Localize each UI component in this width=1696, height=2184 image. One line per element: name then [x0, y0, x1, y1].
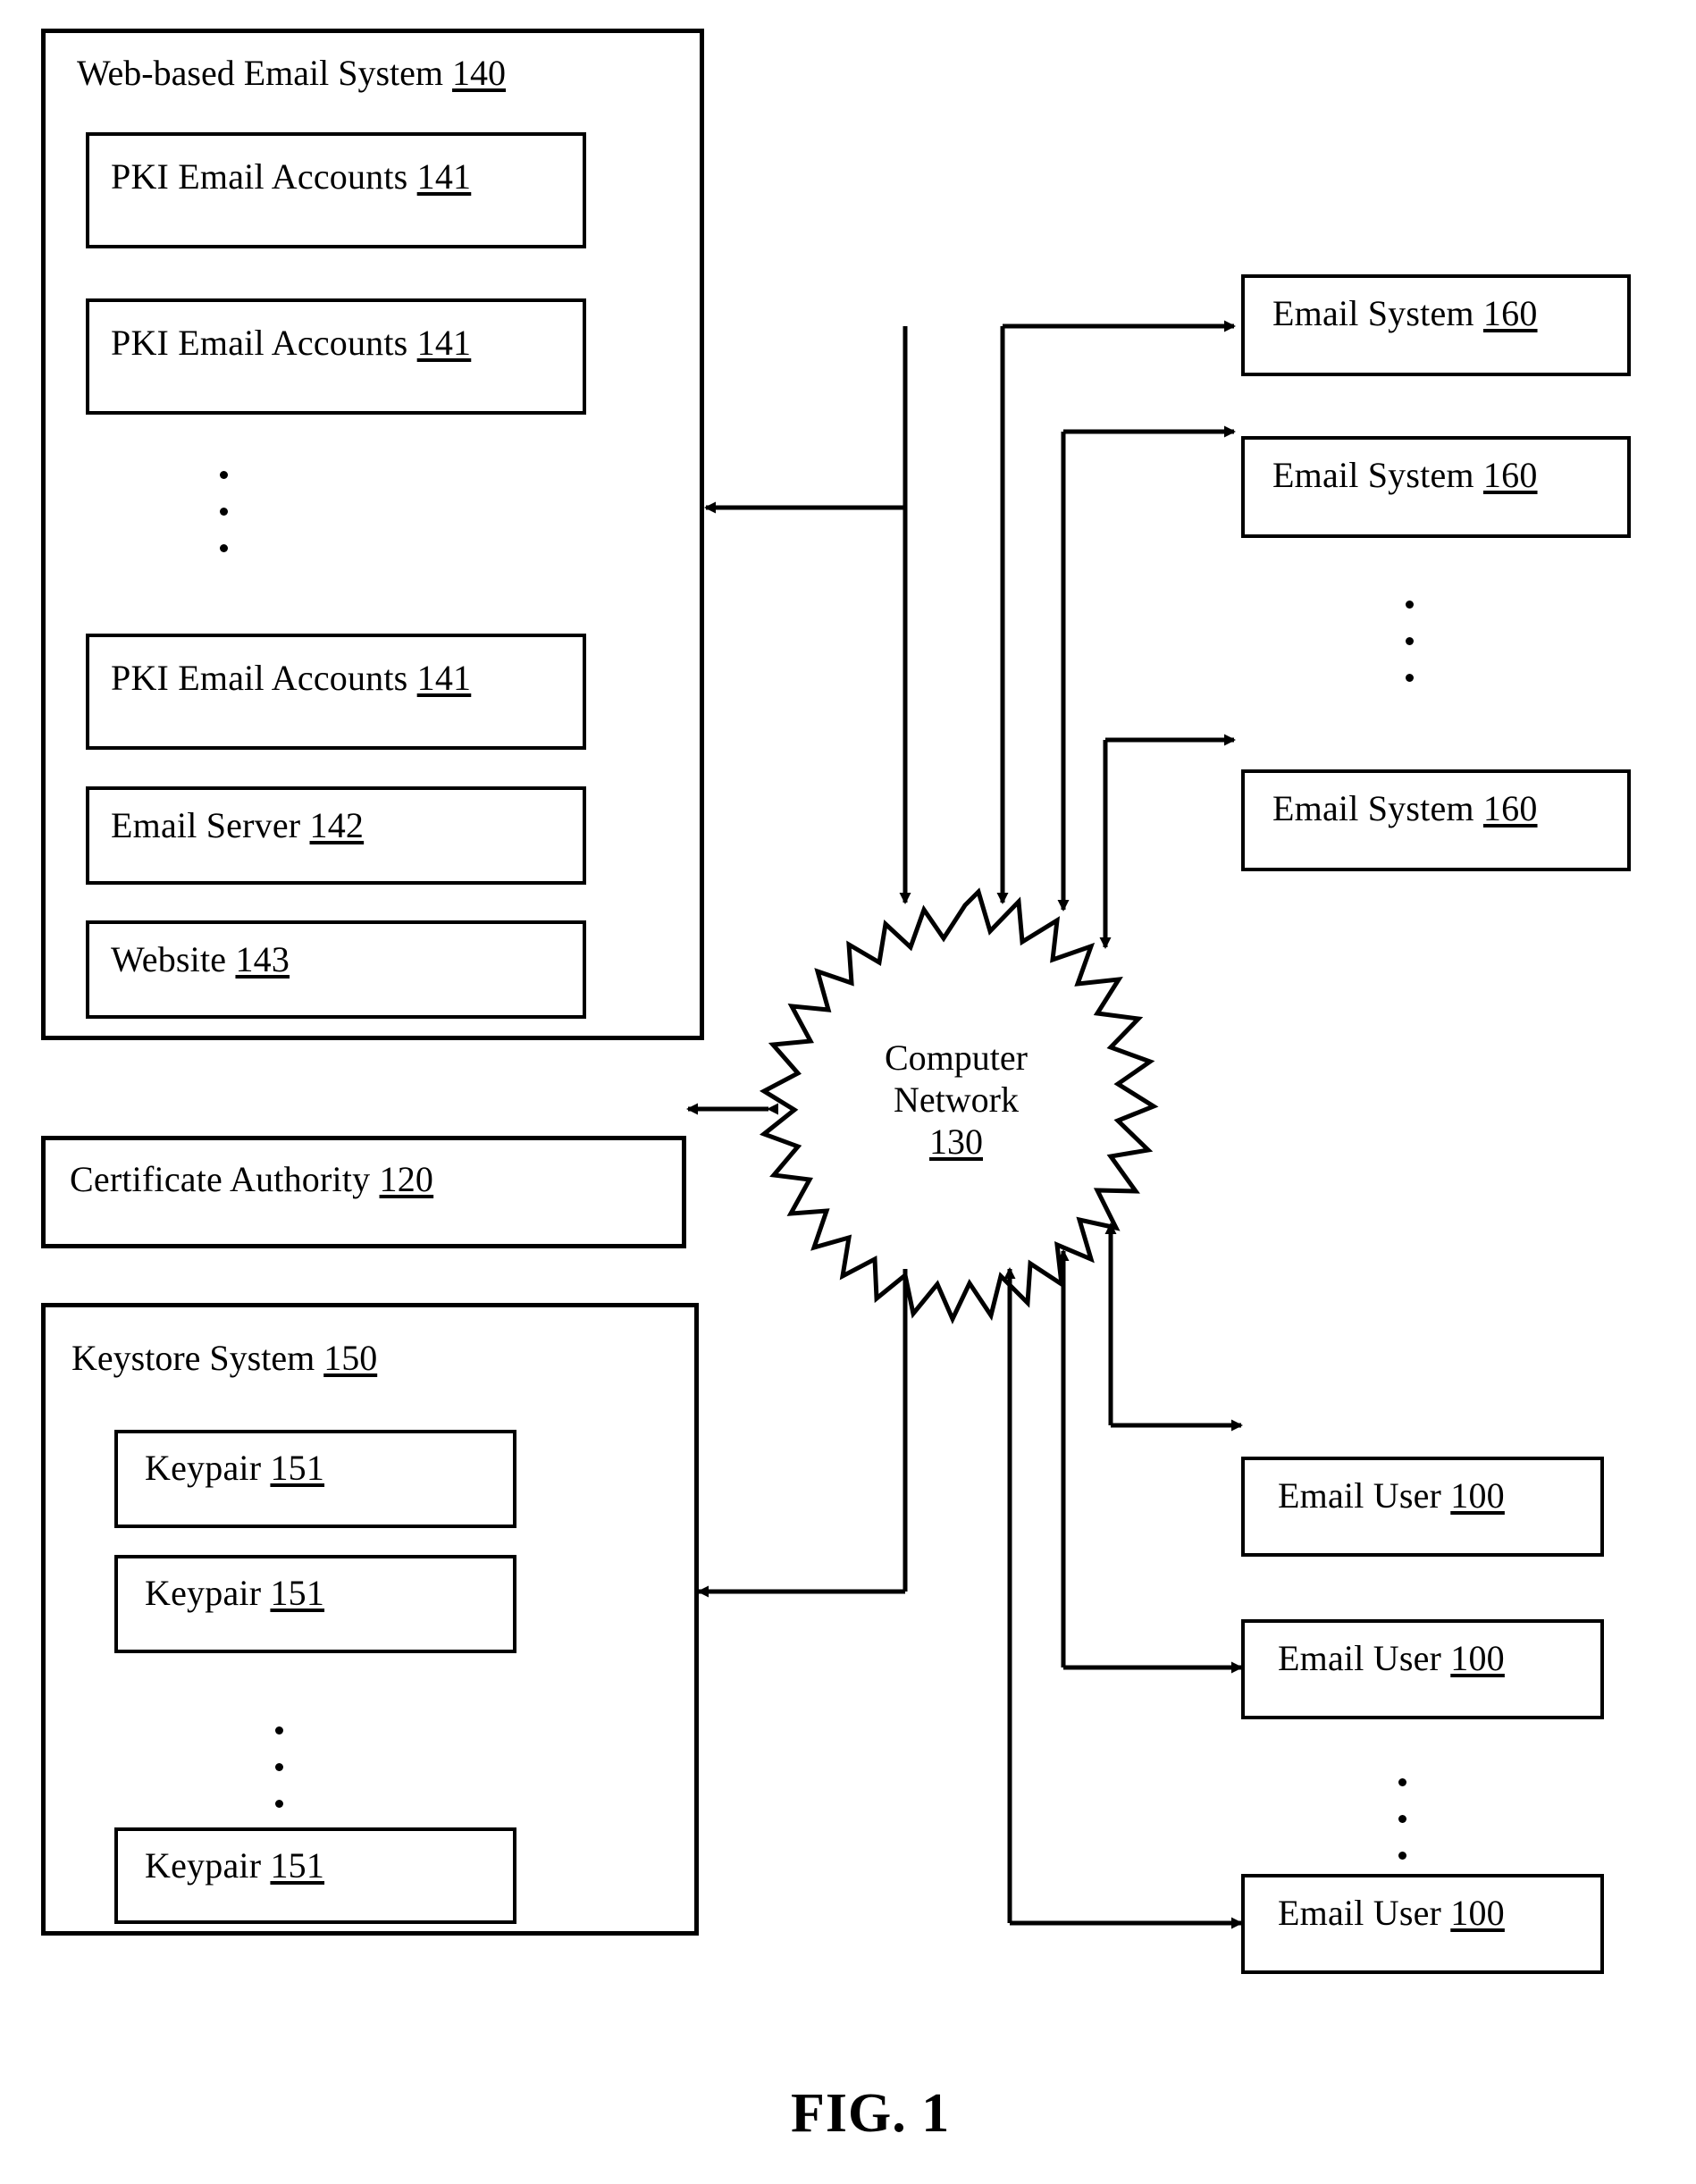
web-based-email-system-title: Web-based Email System 140: [77, 52, 506, 94]
figure-caption: FIG. 1: [791, 2083, 951, 2144]
email-system-label-2: Email System 160: [1272, 455, 1538, 495]
ellipsis-dot-icon: [1405, 674, 1414, 682]
email-user-label-2: Email User 100: [1278, 1638, 1505, 1678]
email-systems-ellipsis: [1403, 601, 1415, 682]
email-users-ellipsis: [1396, 1778, 1408, 1860]
ellipsis-dot-icon: [1398, 1778, 1406, 1786]
web-based-email-system-ref: 140: [452, 53, 507, 93]
keypair-label-1: Keypair 151: [145, 1448, 325, 1488]
ellipsis-dot-icon: [274, 1800, 283, 1808]
website-label: Website 143: [111, 939, 290, 979]
ellipsis-dot-icon: [219, 508, 228, 516]
keystore-system-title: Keystore System 150: [71, 1337, 377, 1379]
pki-email-accounts-label-2: PKI Email Accounts 141: [111, 323, 472, 363]
computer-network-ref: 130: [929, 1121, 983, 1163]
email-server-label: Email Server 142: [111, 805, 365, 845]
ellipsis-dot-icon: [274, 1726, 283, 1735]
keystore-system-ref: 150: [323, 1338, 378, 1378]
pki-email-accounts-label-3: PKI Email Accounts 141: [111, 658, 472, 698]
email-user-label-3: Email User 100: [1278, 1893, 1505, 1933]
keystore-system-title-text: Keystore System: [71, 1338, 324, 1378]
computer-network-line-2: Network: [894, 1079, 1019, 1121]
ellipsis-dot-icon: [1405, 601, 1414, 609]
ellipsis-dot-icon: [1405, 637, 1414, 645]
pki-email-accounts-label-1: PKI Email Accounts 141: [111, 156, 472, 197]
ellipsis-dot-icon: [1398, 1852, 1406, 1860]
keypair-label-3: Keypair 151: [145, 1845, 325, 1886]
email-system-label-3: Email System 160: [1272, 788, 1538, 828]
keypair-ellipsis: [273, 1726, 285, 1808]
ellipsis-dot-icon: [219, 544, 228, 552]
email-user-label-1: Email User 100: [1278, 1475, 1505, 1516]
ellipsis-dot-icon: [219, 471, 228, 479]
email-system-label-1: Email System 160: [1272, 293, 1538, 333]
ellipsis-dot-icon: [274, 1763, 283, 1771]
ellipsis-dot-icon: [1398, 1815, 1406, 1823]
figure-canvas: Web-based Email System 140 PKI Email Acc…: [0, 0, 1696, 2184]
computer-network-label: Computer Network 130: [844, 1037, 1068, 1163]
keypair-label-2: Keypair 151: [145, 1573, 325, 1613]
computer-network-line-1: Computer: [885, 1037, 1028, 1078]
pki-email-accounts-ellipsis: [217, 471, 230, 552]
certificate-authority-label: Certificate Authority 120: [70, 1159, 434, 1199]
web-based-email-system-title-text: Web-based Email System: [77, 53, 453, 93]
